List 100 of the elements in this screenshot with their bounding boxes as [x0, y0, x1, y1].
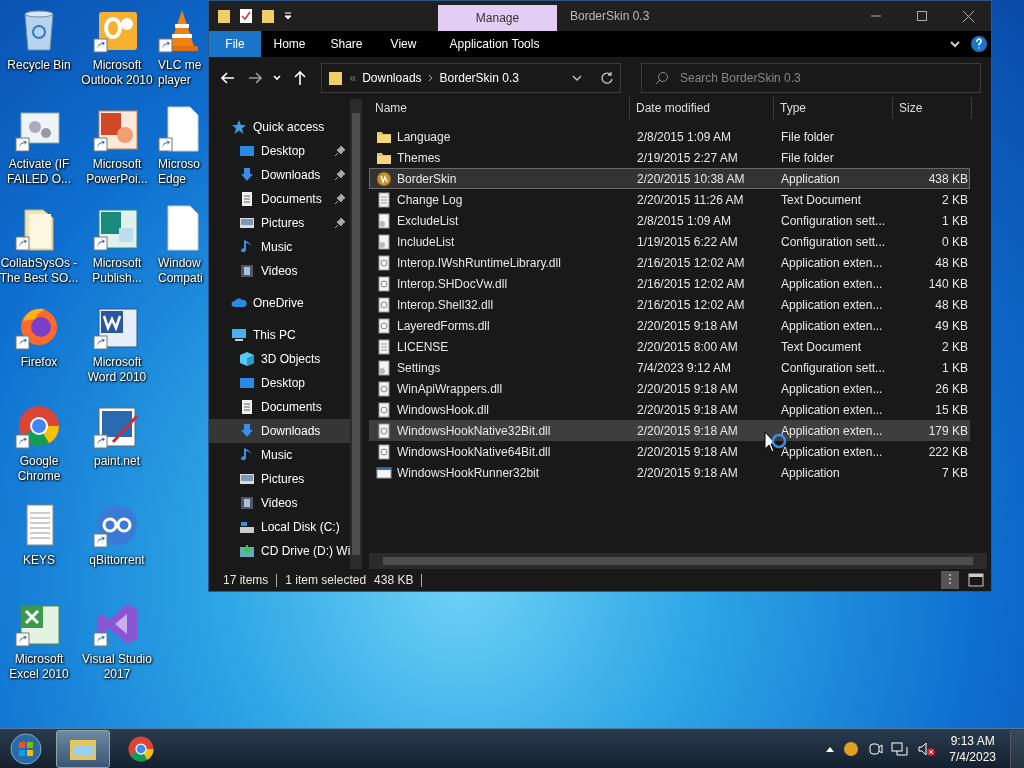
manage-tab[interactable]: Manage	[438, 5, 557, 31]
nav-item[interactable]: Downloads	[209, 163, 351, 187]
horizontal-scrollbar[interactable]	[369, 553, 987, 569]
size-cell-text: 7 KB	[941, 465, 968, 480]
overflow-chevron[interactable]: «	[349, 71, 357, 85]
desktop-shortcut[interactable]: KEYS	[0, 501, 78, 600]
date-cell-text: 2/20/2015 9:18 AM	[636, 444, 739, 459]
file-row[interactable]: Change Log 2/20/2015 11:26 AM Text Document 2 KB	[369, 189, 970, 210]
nav-item[interactable]: Pictures	[209, 467, 351, 491]
file-row[interactable]: LayeredForms.dll 2/20/2015 9:18 AM Application exten... 49 KB	[369, 315, 970, 336]
desktop-shortcut[interactable]: Microsoft Publish...	[78, 204, 156, 303]
type-cell-text: Application exten...	[780, 402, 884, 417]
nav-item[interactable]: 3D Objects	[209, 347, 351, 371]
nav-item[interactable]: Desktop	[209, 371, 351, 395]
desktop-shortcut[interactable]: Window Compati	[156, 204, 206, 303]
file-row[interactable]: WindowsHook.dll 2/20/2015 9:18 AM Application exten... 15 KB	[369, 399, 970, 420]
folder-icon[interactable]	[217, 8, 231, 24]
column-header[interactable]: Name	[369, 97, 630, 119]
checklist-icon[interactable]	[239, 8, 253, 24]
search-field[interactable]: Search BorderSkin 0.3	[641, 63, 981, 93]
desktop-icon-label: Microso Edge	[158, 157, 200, 187]
file-row[interactable]: Interop.SHDocVw.dll 2/16/2015 12:02 AM Application exten... 140 KB	[369, 273, 970, 294]
app-tray-icon[interactable]	[843, 740, 860, 757]
nav-item[interactable]: Downloads	[209, 419, 351, 443]
breadcrumb[interactable]: BorderSkin 0.3	[439, 71, 519, 85]
gear-file-icon	[376, 422, 392, 439]
webcam-icon[interactable]	[867, 740, 884, 757]
nav-label: Videos	[261, 264, 298, 278]
file-row[interactable]: LICENSE 2/20/2015 8:00 AM Text Document 2 KB	[369, 336, 970, 357]
file-row[interactable]: Language 2/8/2015 1:09 AM File folder	[369, 126, 970, 147]
new-folder-icon[interactable]	[261, 8, 275, 24]
nav-item[interactable]: Documents	[209, 187, 351, 211]
nav-item[interactable]: Desktop	[209, 139, 351, 163]
file-row[interactable]: IncludeList 1/19/2015 6:22 AM Configuration sett... 0 KB	[369, 231, 970, 252]
network-icon[interactable]	[891, 740, 910, 757]
nav-item[interactable]: Videos	[209, 491, 351, 515]
nav-item[interactable]: Music	[209, 235, 351, 259]
desktop-shortcut[interactable]: Microsoft Excel 2010	[0, 600, 78, 699]
column-header[interactable]: Size	[893, 97, 972, 119]
text-document-icon	[376, 191, 392, 208]
desktop-shortcut[interactable]: VLC me player	[156, 6, 206, 105]
ribbon-tab[interactable]: View	[375, 31, 432, 57]
desktop-shortcut[interactable]: Google Chrome	[0, 402, 78, 501]
cd-icon	[239, 543, 255, 559]
file-row[interactable]: ExcludeList 2/8/2015 1:09 AM Configuration sett... 1 KB	[369, 210, 970, 231]
preview-view-icon[interactable]	[967, 571, 985, 589]
desktop-shortcut[interactable]: Microso Edge	[156, 105, 206, 204]
desktop-shortcut[interactable]: Firefox	[0, 303, 78, 402]
date-cell-text: 1/19/2015 6:22 AM	[636, 234, 739, 249]
chevron-down-icon[interactable]	[572, 74, 582, 82]
file-row[interactable]: BorderSkin 2/20/2015 10:38 AM Application 438 KB	[369, 168, 970, 189]
dropdown-icon[interactable]	[283, 11, 293, 21]
ribbon-tab[interactable]: Application Tools	[435, 31, 554, 57]
breadcrumb[interactable]: Downloads	[362, 71, 422, 85]
column-header[interactable]: Date modified	[630, 97, 774, 119]
file-row[interactable]: Themes 2/19/2015 2:27 AM File folder	[369, 147, 970, 168]
date-cell-text: 2/20/2015 10:38 AM	[636, 171, 746, 186]
vertical-scrollbar[interactable]	[350, 99, 363, 569]
date-cell-text: 2/20/2015 8:00 AM	[636, 339, 739, 354]
type-cell-text: Application exten...	[780, 276, 884, 291]
file-row[interactable]: Settings 7/4/2023 9:12 AM Configuration sett... 1 KB	[369, 357, 970, 378]
videos-icon	[239, 495, 255, 511]
nav-item[interactable]: Music	[209, 443, 351, 467]
file-name: Themes	[397, 150, 441, 165]
settings-file-icon	[376, 359, 392, 376]
nav-item[interactable]: Videos	[209, 259, 351, 283]
desktop-shortcut[interactable]: Microsoft PowerPoi...	[78, 105, 156, 204]
clock[interactable]: 9:13 AM 7/4/2023	[943, 732, 1002, 765]
window-icon	[376, 464, 392, 481]
desktop-shortcut[interactable]: CollabSysOs - The Best SO...	[0, 204, 78, 303]
muted-speaker-icon[interactable]	[917, 740, 936, 757]
nav-item[interactable]: OneDrive	[209, 291, 351, 315]
nav-item[interactable]: This PC	[209, 323, 351, 347]
ribbon-tab[interactable]: Home	[261, 31, 318, 57]
address-bar[interactable]: « Downloads BorderSkin 0.3	[320, 63, 621, 93]
videos-icon	[239, 263, 255, 279]
nav-item[interactable]: Pictures	[209, 211, 351, 235]
desktop-shortcut[interactable]: Microsoft Word 2010	[78, 303, 156, 402]
desktop-shortcut[interactable]: Activate (IF FAILED O...	[0, 105, 78, 204]
ribbon-tab[interactable]: Share	[318, 31, 375, 57]
file-row[interactable]: WindowsHookNative32Bit.dll 2/20/2015 9:18 AM Application exten... 179 KB	[369, 420, 970, 441]
nav-item[interactable]: Local Disk (C:)	[209, 515, 351, 539]
desktop-shortcut[interactable]: Recycle Bin	[0, 6, 78, 105]
desktop-shortcut[interactable]: Microsoft Outlook 2010	[78, 6, 156, 105]
date-cell-text: 2/16/2015 12:02 AM	[636, 297, 746, 312]
desktop-shortcut[interactable]: paint.net	[78, 402, 156, 501]
date-cell-text: 2/20/2015 9:18 AM	[636, 402, 739, 417]
column-header[interactable]: Type	[774, 97, 893, 119]
nav-item[interactable]: Documents	[209, 395, 351, 419]
taskbar-app[interactable]	[56, 729, 110, 768]
nav-item[interactable]: Quick access	[209, 115, 351, 139]
file-row[interactable]: WinApiWrappers.dll 2/20/2015 9:18 AM Application exten... 26 KB	[369, 378, 970, 399]
details-view-icon[interactable]	[941, 571, 959, 589]
nav-item[interactable]: CD Drive (D:) Wi	[209, 539, 351, 563]
file-row[interactable]: Interop.Shell32.dll 2/16/2015 12:02 AM Application exten... 48 KB	[369, 294, 970, 315]
file-row[interactable]: WindowsHookRunner32bit 2/20/2015 9:18 AM Application 7 KB	[369, 462, 970, 483]
file-row[interactable]: WindowsHookNative64Bit.dll 2/20/2015 9:18 AM Application exten... 222 KB	[369, 441, 970, 462]
refresh-icon[interactable]	[600, 71, 614, 85]
size-cell-text: 179 KB	[927, 423, 968, 438]
file-row[interactable]: Interop.IWshRuntimeLibrary.dll 2/16/2015 12:02 AM Application exten... 48 KB	[369, 252, 970, 273]
